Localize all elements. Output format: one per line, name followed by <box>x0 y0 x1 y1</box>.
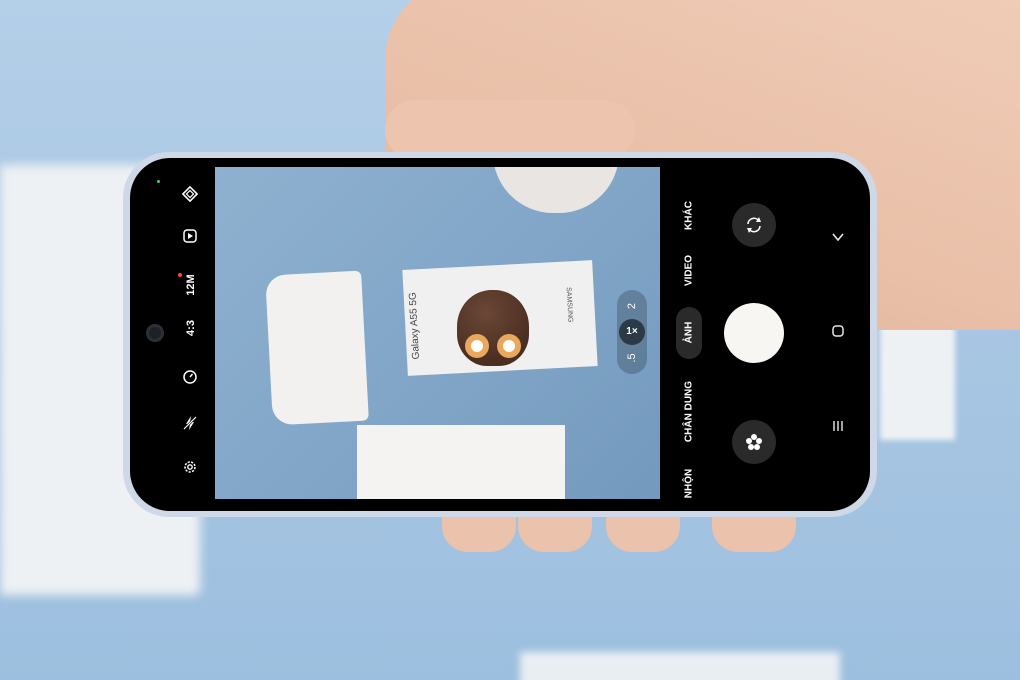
effects-button[interactable] <box>732 420 776 464</box>
mode-label: KHÁC <box>683 201 695 230</box>
switch-camera-icon <box>747 217 761 233</box>
viewfinder-object <box>265 270 369 426</box>
shutter-button[interactable] <box>724 303 784 363</box>
mode-label: NHỘN <box>683 468 695 499</box>
settings-icon[interactable] <box>180 459 200 479</box>
owl-eye <box>465 334 489 358</box>
motion-photo-icon[interactable] <box>180 228 200 248</box>
hand-thumb <box>385 100 635 160</box>
flash-off-icon[interactable] <box>180 415 200 435</box>
owl-figurine <box>457 290 529 366</box>
recent-apps-button[interactable] <box>828 418 848 438</box>
flower-icon <box>746 434 762 450</box>
mode-label: VIDEO <box>683 254 695 287</box>
mode-label: ẢNH <box>683 321 695 344</box>
mode-fun[interactable]: NHỘN <box>684 444 695 524</box>
resolution-button[interactable]: 12M <box>185 268 197 302</box>
chevron-down-icon[interactable] <box>828 229 848 249</box>
viewfinder-object <box>493 167 619 213</box>
recording-indicator <box>178 273 182 277</box>
box-brand-label: SAMSUNG <box>564 287 574 323</box>
front-camera <box>146 324 164 342</box>
aspect-ratio-button[interactable]: 4:3 <box>185 311 197 345</box>
timer-icon[interactable] <box>180 369 200 389</box>
viewfinder-object <box>357 425 565 499</box>
aspect-ratio-label: 4:3 <box>185 320 197 336</box>
recent-apps-icon <box>833 421 843 431</box>
zoom-option[interactable]: .5 <box>626 350 638 366</box>
zoom-option-selected[interactable]: 1× <box>619 319 645 345</box>
mode-label: CHÂN DUNG <box>683 380 695 443</box>
box-model-label: Galaxy A55 5G <box>407 291 423 360</box>
viewfinder[interactable]: Galaxy A55 5G SAMSUNG <box>215 167 660 499</box>
home-icon <box>832 325 844 337</box>
mode-photo[interactable]: ẢNH <box>684 293 695 373</box>
zoom-option[interactable]: 2 <box>626 298 638 314</box>
zoom-option-label: .5 <box>626 353 638 363</box>
mode-portrait[interactable]: CHÂN DUNG <box>684 372 695 452</box>
status-led <box>157 180 160 183</box>
zoom-option-label: 1× <box>626 326 638 337</box>
home-button[interactable] <box>828 323 848 343</box>
resolution-label: 12M <box>185 274 197 296</box>
background-box <box>520 652 840 680</box>
filter-icon[interactable] <box>180 185 200 206</box>
owl-eye <box>497 334 521 358</box>
zoom-option-label: 2 <box>626 302 638 310</box>
switch-camera-button[interactable] <box>732 203 776 247</box>
